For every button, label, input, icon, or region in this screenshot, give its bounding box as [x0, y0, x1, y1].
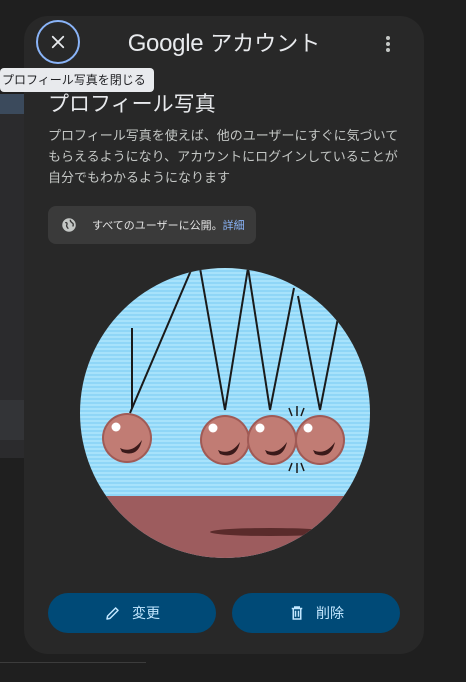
visibility-text-wrap: すべてのユーザーに公開。詳細: [92, 217, 245, 233]
delete-button-label: 削除: [316, 606, 344, 622]
dialog-header-title: Google アカウント: [24, 26, 424, 58]
learn-more-link[interactable]: 詳細: [223, 219, 245, 232]
google-logo-text: Google: [127, 30, 204, 57]
pendulum-ball: [247, 415, 297, 465]
page-title: プロフィール写真: [48, 92, 216, 116]
more-options-button[interactable]: [376, 34, 400, 54]
visibility-chip: すべてのユーザーに公開。詳細: [48, 206, 256, 244]
profile-description: プロフィール写真を使えば、他のユーザーにすぐに気づいてもらえるようになり、アカウ…: [48, 129, 399, 186]
edit-button[interactable]: 変更: [48, 593, 216, 633]
pendulum-ball: [102, 413, 152, 463]
pencil-icon: [106, 607, 119, 620]
pendulum-ball: [200, 415, 250, 465]
delete-button[interactable]: 削除: [232, 593, 400, 633]
edit-button-label: 変更: [132, 606, 160, 622]
profile-photo-dialog: プロフィール写真を閉じる Google アカウント プロフィール写真 プロフィー…: [0, 16, 424, 654]
header-title-suffix: アカウント: [210, 32, 321, 57]
background-divider: [0, 662, 146, 663]
visibility-text: すべてのユーザーに公開。: [92, 219, 223, 232]
pendulum-ball: [295, 415, 345, 465]
globe-icon: [62, 218, 76, 232]
newtons-cradle-illustration: [80, 268, 370, 558]
trash-icon: [291, 606, 303, 620]
